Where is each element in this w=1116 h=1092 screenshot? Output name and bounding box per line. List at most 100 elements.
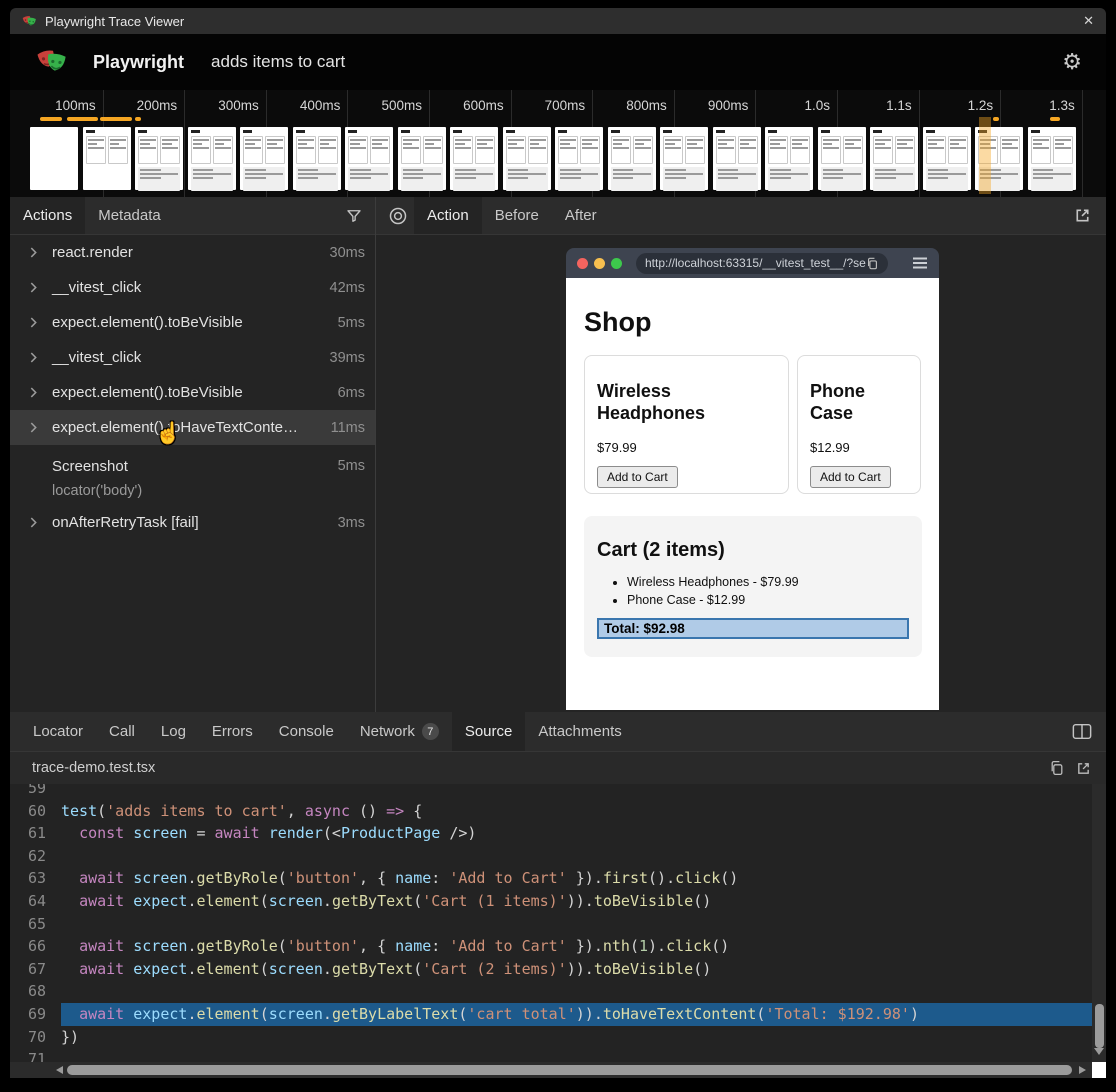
line-number: 70 [10,1026,46,1049]
vertical-scrollbar[interactable] [1092,784,1106,1062]
timeline-screenshot-thumbnail[interactable] [555,127,603,190]
chevron-right-icon[interactable] [28,352,42,363]
timeline-screenshot-thumbnail[interactable] [345,127,393,190]
traffic-light-yellow [594,258,605,269]
timeline-screenshot-thumbnail[interactable] [870,127,918,190]
thumb-cart [296,167,338,191]
source-line[interactable]: 68 [10,980,1092,1003]
action-item[interactable]: onAfterRetryTask [fail]3ms [10,505,375,540]
timeline-screenshot-thumbnail[interactable] [608,127,656,190]
timeline-screenshot-thumbnail[interactable] [818,127,866,190]
timeline-screenshot-thumbnail[interactable] [30,127,78,190]
copy-source-icon[interactable] [1049,760,1065,776]
tab-after[interactable]: After [552,197,610,234]
tab-locator[interactable]: Locator [20,712,96,751]
thumb-cart [401,167,443,191]
timeline-screenshot-thumbnail[interactable] [398,127,446,190]
action-item[interactable]: expect.element().toBeVisible5ms [10,305,375,340]
address-bar[interactable]: http://localhost:63315/__vitest_test__/?… [636,253,888,274]
timeline-screenshot-thumbnail[interactable] [765,127,813,190]
copy-url-icon[interactable] [866,257,879,270]
add-to-cart-button[interactable]: Add to Cart [597,466,678,488]
action-item[interactable]: react.render30ms [10,235,375,270]
thumb-product [821,136,841,164]
traffic-light-red [577,258,588,269]
chevron-right-icon[interactable] [28,247,42,258]
scroll-right-arrow-icon[interactable] [1079,1066,1086,1074]
timeline[interactable]: 100ms200ms300ms400ms500ms600ms700ms800ms… [10,90,1106,197]
tab-before[interactable]: Before [482,197,552,234]
close-icon[interactable]: ✕ [1083,13,1094,29]
thumb-shop-title [243,130,252,133]
chevron-right-icon[interactable] [28,387,42,398]
tab-actions[interactable]: Actions [10,197,85,234]
source-line[interactable]: 63 await screen.getByRole('button', { na… [10,867,1092,890]
source-line[interactable]: 64 await expect.element(screen.getByText… [10,890,1092,913]
timeline-screenshot-thumbnail[interactable] [713,127,761,190]
tab-metadata[interactable]: Metadata [85,197,174,234]
horizontal-scrollbar[interactable] [10,1062,1092,1078]
thumb-cart [821,167,863,191]
chevron-right-icon[interactable] [28,317,42,328]
chevron-right-icon[interactable] [28,422,42,433]
scroll-left-arrow-icon[interactable] [56,1066,63,1074]
timeline-screenshot-thumbnail[interactable] [135,127,183,190]
action-item-main: Screenshot5ms [10,449,375,483]
source-line[interactable]: 61 const screen = await render(<ProductP… [10,822,1092,845]
timeline-screenshot-thumbnail[interactable] [660,127,708,190]
tab-console[interactable]: Console [266,712,347,751]
action-item[interactable]: Screenshot5mslocator('body') [10,445,375,505]
action-item[interactable]: __vitest_click42ms [10,270,375,305]
open-source-external-icon[interactable] [1075,760,1092,777]
timeline-screenshot-thumbnail[interactable] [83,127,131,190]
tab-attachments[interactable]: Attachments [525,712,634,751]
source-line[interactable]: 70}) [10,1026,1092,1049]
source-line[interactable]: 60test('adds items to cart', async () =>… [10,800,1092,823]
tab-log[interactable]: Log [148,712,199,751]
tab-errors[interactable]: Errors [199,712,266,751]
tab-label: Actions [23,207,72,224]
toggle-layout-icon[interactable] [1072,723,1092,740]
source-line[interactable]: 69 await expect.element(screen.getByLabe… [10,1003,1092,1026]
thumb-cart [1031,167,1073,191]
pick-locator-target-icon[interactable] [388,206,408,226]
filter-icon[interactable] [345,207,363,225]
timeline-screenshot-thumbnail[interactable] [1028,127,1076,190]
settings-gear-icon[interactable]: ⚙ [1062,49,1082,75]
line-number: 59 [10,784,46,800]
source-line[interactable]: 67 await expect.element(screen.getByText… [10,958,1092,981]
thumb-products [453,136,495,164]
chevron-right-icon[interactable] [28,517,42,528]
scroll-down-arrow-icon[interactable] [1094,1048,1104,1055]
timeline-screenshot-thumbnail[interactable] [188,127,236,190]
tab-network[interactable]: Network7 [347,712,452,751]
timeline-screenshot-thumbnail[interactable] [450,127,498,190]
source-line[interactable]: 71 [10,1048,1092,1062]
horizontal-scrollbar-thumb[interactable] [67,1065,1072,1075]
source-code-view[interactable]: 5960test('adds items to cart', async () … [10,784,1092,1062]
action-item[interactable]: expect.element().toHaveTextConte…11ms [10,410,375,445]
source-line[interactable]: 62 [10,845,1092,868]
timeline-screenshot-thumbnail[interactable] [503,127,551,190]
thumb-products [768,136,810,164]
tab-label: Metadata [98,207,161,224]
timeline-screenshot-thumbnail[interactable] [293,127,341,190]
action-item[interactable]: expect.element().toBeVisible6ms [10,375,375,410]
timeline-screenshot-thumbnail[interactable] [923,127,971,190]
source-line[interactable]: 59 [10,784,1092,800]
tab-call[interactable]: Call [96,712,148,751]
action-duration: 5ms [338,315,365,331]
tab-action[interactable]: Action [414,197,482,234]
open-snapshot-external-icon[interactable] [1073,206,1092,225]
source-line[interactable]: 65 [10,913,1092,936]
action-item[interactable]: __vitest_click39ms [10,340,375,375]
timeline-screenshot-thumbnail[interactable] [240,127,288,190]
browser-menu-icon[interactable] [912,256,928,270]
chevron-right-icon[interactable] [28,282,42,293]
add-to-cart-button[interactable]: Add to Cart [810,466,891,488]
thumb-product [296,136,316,164]
thumb-product [558,136,578,164]
tab-source[interactable]: Source [452,712,526,751]
vertical-scrollbar-thumb[interactable] [1095,1004,1104,1048]
source-line[interactable]: 66 await screen.getByRole('button', { na… [10,935,1092,958]
